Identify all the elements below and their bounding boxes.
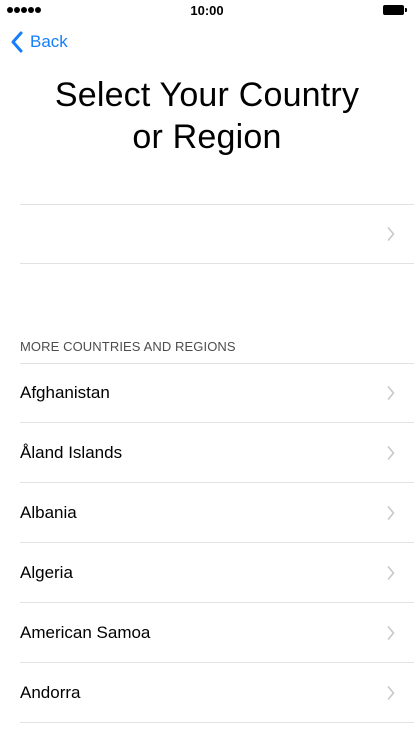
status-time: 10:00 (190, 3, 224, 18)
country-label: Algeria (20, 563, 73, 582)
country-row[interactable]: Albania (20, 483, 414, 543)
chevron-right-icon (387, 386, 395, 400)
country-label: Afghanistan (20, 383, 110, 402)
chevron-right-icon (387, 686, 395, 700)
page-title: Select Your Country or Region (0, 74, 414, 158)
status-bar: 10:00 (0, 0, 414, 20)
suggested-country-row[interactable] (20, 204, 414, 264)
chevron-right-icon (387, 626, 395, 640)
page-title-line-2: or Region (132, 118, 282, 156)
country-label: American Samoa (20, 623, 151, 642)
page-title-line-1: Select Your Country (54, 76, 360, 114)
country-row[interactable]: American Samoa (20, 603, 414, 663)
chevron-right-icon (387, 506, 395, 520)
country-label: Andorra (20, 683, 81, 702)
country-row[interactable]: Afghanistan (20, 363, 414, 423)
country-row[interactable]: Algeria (20, 543, 414, 603)
country-row[interactable]: Andorra (20, 663, 414, 723)
section-header: MORE COUNTRIES AND REGIONS (20, 339, 236, 354)
battery-icon (383, 5, 408, 16)
country-label: Åland Islands (20, 443, 123, 462)
back-label: Back (30, 32, 68, 51)
chevron-right-icon (387, 566, 395, 580)
chevron-left-icon (11, 31, 23, 53)
country-row[interactable]: Åland Islands (20, 423, 414, 483)
chevron-right-icon (387, 446, 395, 460)
back-button[interactable]: Back (10, 29, 68, 55)
chevron-right-icon (387, 227, 395, 241)
country-label: Albania (20, 503, 77, 522)
